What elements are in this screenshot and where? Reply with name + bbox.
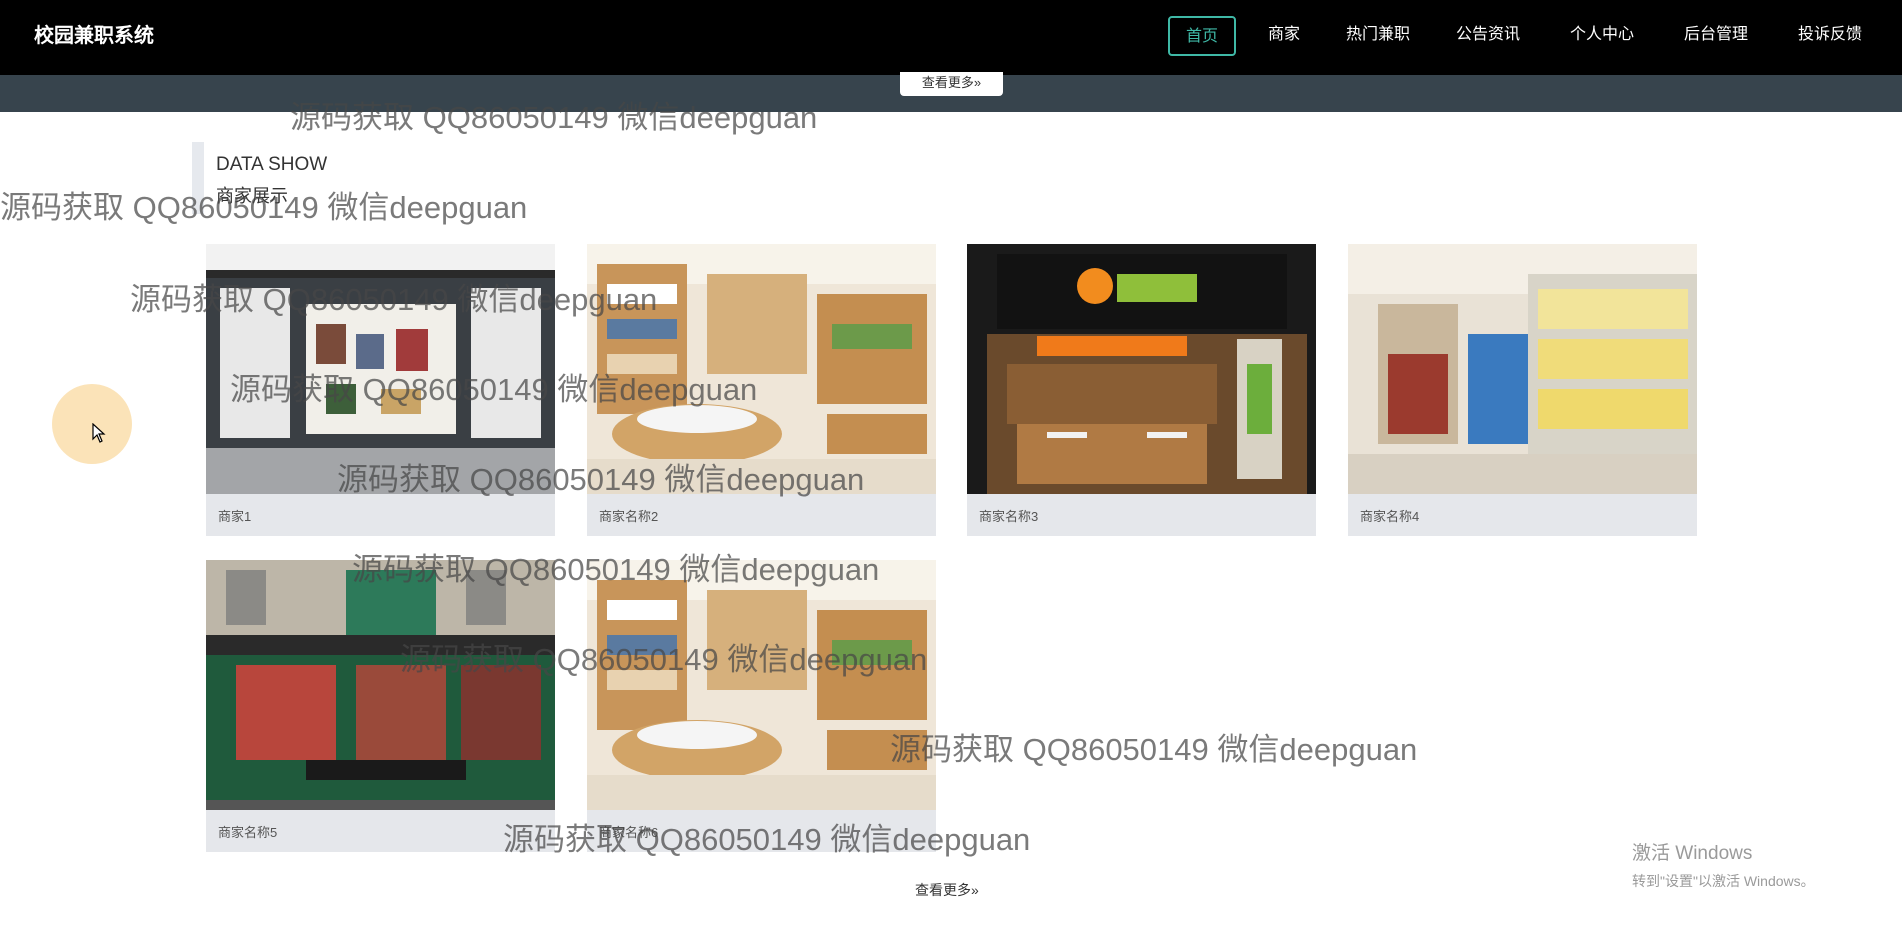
shop-interior-photo [587, 560, 936, 810]
supermarket-photo [1348, 244, 1697, 494]
dessert-shop-photo [206, 560, 555, 810]
nav-item-announcements[interactable]: 公告资讯 [1452, 16, 1524, 56]
nav-item-feedback[interactable]: 投诉反馈 [1794, 16, 1866, 56]
section-accent-bar [192, 142, 204, 214]
windows-activation-title: 激活 Windows [1632, 843, 1753, 864]
merchant-card-name: 商家名称4 [1360, 509, 1420, 524]
merchant-card-2[interactable]: 商家名称2 [587, 244, 936, 536]
banner-more-button[interactable]: 查看更多» [900, 72, 1003, 96]
windows-activation-subtitle: 转到"设置"以激活 Windows。 [1632, 873, 1815, 889]
merchant-card-name: 商家名称2 [599, 509, 659, 524]
tea-shop-photo [967, 244, 1316, 494]
nav-item-merchants[interactable]: 商家 [1262, 16, 1306, 56]
nav-item-personal-center[interactable]: 个人中心 [1566, 16, 1638, 56]
site-title[interactable]: 校园兼职系统 [34, 22, 154, 50]
store-front-photo [206, 244, 555, 494]
section-title-en: DATA SHOW [216, 154, 328, 175]
merchant-card-3[interactable]: 商家名称3 [967, 244, 1316, 536]
merchant-card-name: 商家1 [218, 509, 252, 524]
merchant-card-1[interactable]: 商家1 [206, 244, 555, 536]
merchant-card-4[interactable]: 商家名称4 [1348, 244, 1697, 536]
windows-activation-notice: 激活 Windows 转到"设置"以激活 Windows。 [1632, 838, 1815, 891]
merchant-card-name: 商家名称6 [599, 825, 659, 840]
merchant-card-name: 商家名称5 [218, 825, 278, 840]
watermark-text: 源码获取 QQ86050149 微信deepguan [890, 732, 1418, 767]
nav-item-hot-jobs[interactable]: 热门兼职 [1342, 16, 1414, 56]
nav-item-home[interactable]: 首页 [1168, 16, 1236, 56]
merchant-card-5[interactable]: 商家名称5 [206, 560, 555, 852]
nav-item-admin[interactable]: 后台管理 [1680, 16, 1752, 56]
top-nav: 校园兼职系统 首页 商家 热门兼职 公告资讯 个人中心 后台管理 投诉反馈 [0, 0, 1902, 75]
mouse-pointer-icon [92, 422, 106, 448]
section-more-link[interactable]: 查看更多» [915, 880, 979, 900]
merchant-card-6[interactable]: 商家名称6 [587, 560, 936, 852]
section-title-cn: 商家展示 [216, 186, 288, 206]
shop-interior-photo [587, 244, 936, 494]
merchant-card-name: 商家名称3 [979, 509, 1039, 524]
